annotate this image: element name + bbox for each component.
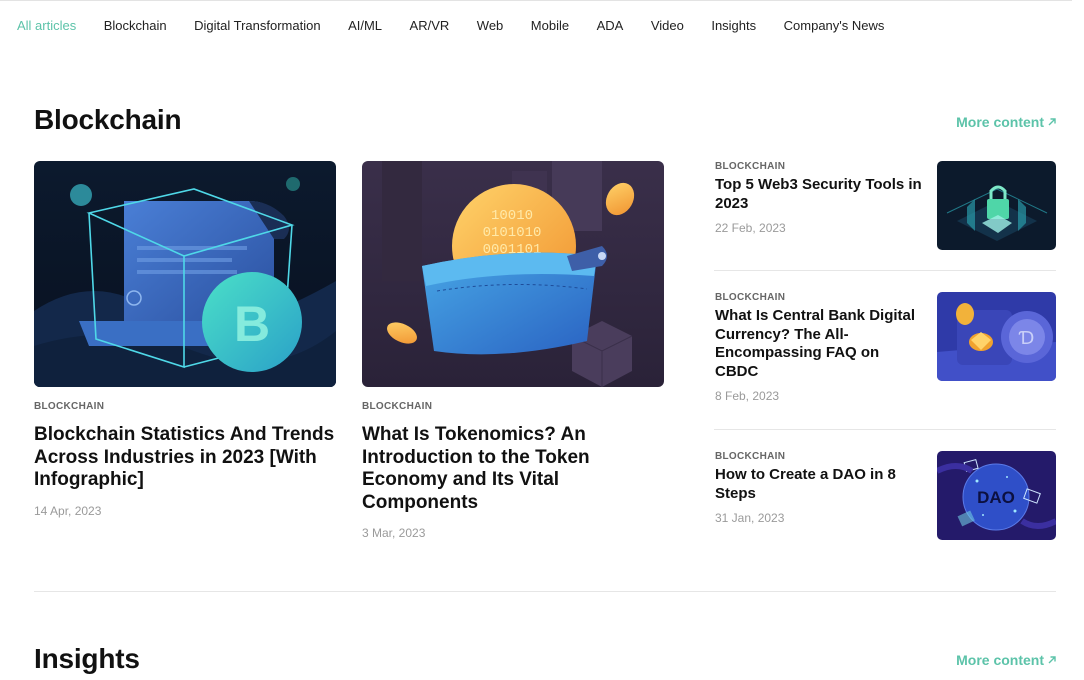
bitcoin-document-cube-illustration: B <box>34 161 336 387</box>
section-title-blockchain: Blockchain <box>34 104 182 135</box>
article-title[interactable]: What Is Tokenomics? An Introduction to t… <box>362 424 664 514</box>
article-thumbnail[interactable] <box>937 161 1056 250</box>
article-title[interactable]: How to Create a DAO in 8 Steps <box>715 466 925 503</box>
article-card[interactable]: 10010 0101010 0001101 BLOCKCHAIN What Is… <box>362 161 664 540</box>
wallet-coins-illustration: 10010 0101010 0001101 <box>362 161 664 387</box>
article-title[interactable]: Blockchain Statistics And Trends Across … <box>34 424 336 492</box>
article-card[interactable]: B BLOCKCHAIN Blockchain Statistics And T… <box>34 161 336 518</box>
article-tag: BLOCKCHAIN <box>715 292 786 303</box>
nav-item-video[interactable]: Video <box>651 18 684 34</box>
article-tag: BLOCKCHAIN <box>715 451 786 462</box>
article-title[interactable]: What Is Central Bank Digital Currency? T… <box>715 307 925 381</box>
nav-item-digital-transformation[interactable]: Digital Transformation <box>194 18 320 34</box>
more-content-label: More content <box>956 652 1044 668</box>
article-date: 8 Feb, 2023 <box>715 389 780 403</box>
more-content-label: More content <box>956 114 1044 130</box>
more-content-link-blockchain[interactable]: More content <box>956 114 1057 130</box>
article-date: 22 Feb, 2023 <box>715 221 786 235</box>
section-title-insights: Insights <box>34 643 140 674</box>
article-tag: BLOCKCHAIN <box>362 401 433 412</box>
arrow-up-right-icon <box>1048 656 1056 664</box>
top-divider <box>0 0 1072 1</box>
category-nav: All articles Blockchain Digital Transfor… <box>17 18 912 34</box>
svg-text:B: B <box>234 296 270 352</box>
article-date: 31 Jan, 2023 <box>715 511 785 525</box>
list-divider <box>714 270 1056 271</box>
article-thumbnail[interactable]: DAO <box>937 451 1056 540</box>
nav-item-ar-vr[interactable]: AR/VR <box>410 18 450 34</box>
article-title[interactable]: Top 5 Web3 Security Tools in 2023 <box>715 176 925 213</box>
nav-item-ai-ml[interactable]: AI/ML <box>348 18 382 34</box>
nav-item-blockchain[interactable]: Blockchain <box>104 18 167 34</box>
arrow-up-right-icon <box>1048 118 1056 126</box>
article-tag: BLOCKCHAIN <box>34 401 105 412</box>
dao-globe-illustration: DAO <box>937 451 1056 540</box>
article-thumbnail[interactable]: B <box>34 161 336 387</box>
more-content-link-insights[interactable]: More content <box>956 652 1057 668</box>
article-date: 14 Apr, 2023 <box>34 503 102 518</box>
svg-text:Ɗ: Ɗ <box>1019 328 1035 349</box>
nav-item-ada[interactable]: ADA <box>597 18 624 34</box>
article-thumbnail[interactable]: Ɗ <box>937 292 1056 381</box>
nav-item-company-news[interactable]: Company's News <box>784 18 885 34</box>
vault-coins-illustration: Ɗ <box>937 292 1056 381</box>
nav-item-mobile[interactable]: Mobile <box>531 18 569 34</box>
list-divider <box>714 429 1056 430</box>
svg-text:0101010: 0101010 <box>483 225 542 241</box>
svg-text:DAO: DAO <box>977 488 1015 507</box>
nav-item-all-articles[interactable]: All articles <box>17 18 76 34</box>
nav-item-insights[interactable]: Insights <box>711 18 756 34</box>
svg-text:10010: 10010 <box>491 208 533 224</box>
section-divider <box>34 591 1056 592</box>
padlock-hologram-illustration <box>937 161 1056 250</box>
article-tag: BLOCKCHAIN <box>715 161 786 172</box>
article-date: 3 Mar, 2023 <box>362 526 426 540</box>
nav-item-web[interactable]: Web <box>477 18 504 34</box>
article-thumbnail[interactable]: 10010 0101010 0001101 <box>362 161 664 387</box>
